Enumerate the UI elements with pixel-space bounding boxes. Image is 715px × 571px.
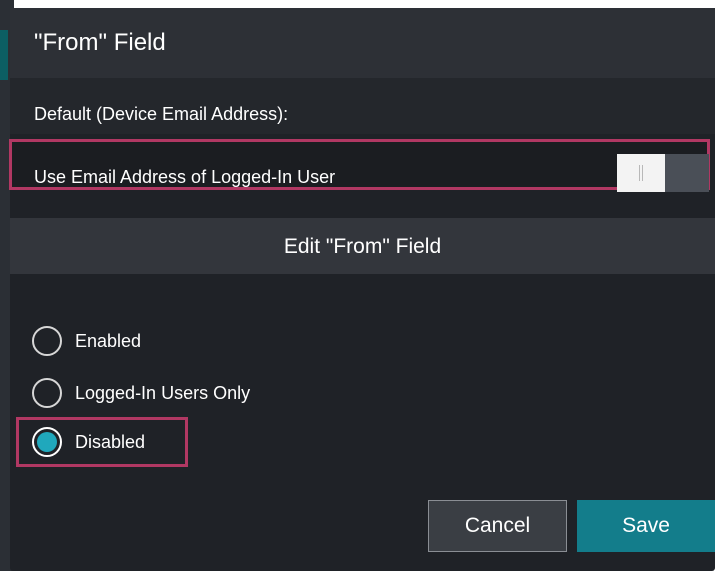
logged-in-user-email-label: Use Email Address of Logged-In User [34, 167, 336, 187]
section-title: Edit "From" Field [283, 235, 442, 258]
logged-in-user-email-row: Use Email Address of Logged-In User [9, 134, 715, 200]
radio-label[interactable]: Enabled [75, 331, 141, 352]
default-label: Default (Device Email Address): [34, 104, 289, 124]
radio-circle-icon[interactable] [32, 378, 62, 408]
radio-enabled[interactable]: Enabled [32, 322, 141, 360]
from-field-radio-group: Enabled Logged-In Users Only Disabled [10, 274, 715, 494]
radio-label[interactable]: Logged-In Users Only [75, 383, 250, 404]
radio-selected-icon[interactable] [32, 427, 62, 457]
toggle-knob[interactable] [617, 154, 665, 192]
from-field-dialog: "From" Field Default (Device Email Addre… [9, 8, 715, 571]
logged-in-user-email-toggle[interactable] [617, 154, 709, 192]
radio-circle-icon[interactable] [32, 326, 62, 356]
dialog-title: "From" Field [34, 29, 166, 56]
radio-label[interactable]: Disabled [75, 432, 145, 453]
save-button[interactable]: Save [577, 500, 715, 552]
grip-icon [639, 165, 643, 181]
radio-logged-in-users-only[interactable]: Logged-In Users Only [32, 374, 250, 412]
background-accent [0, 30, 8, 80]
dialog-header: "From" Field [10, 8, 715, 78]
cancel-button[interactable]: Cancel [428, 500, 567, 552]
edit-from-field-header: Edit "From" Field [10, 218, 715, 274]
divider [10, 200, 715, 218]
default-row: Default (Device Email Address): [10, 78, 715, 134]
radio-disabled[interactable]: Disabled [32, 423, 145, 461]
